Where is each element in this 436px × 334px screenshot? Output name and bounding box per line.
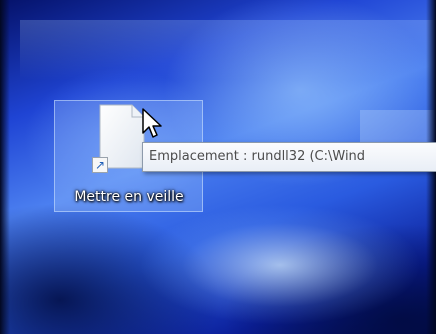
screen-frame-left	[0, 0, 10, 334]
desktop-background[interactable]: ↗ Mettre en veille Emplacement : rundll3…	[0, 0, 436, 334]
arrow-pointer-icon	[141, 108, 165, 140]
location-tooltip: Emplacement : rundll32 (C:\Wind	[142, 142, 436, 172]
shortcut-arrow-icon: ↗	[92, 157, 108, 173]
desktop-icon-label[interactable]: Mettre en veille	[59, 189, 199, 205]
wallpaper-light-band	[20, 20, 436, 80]
